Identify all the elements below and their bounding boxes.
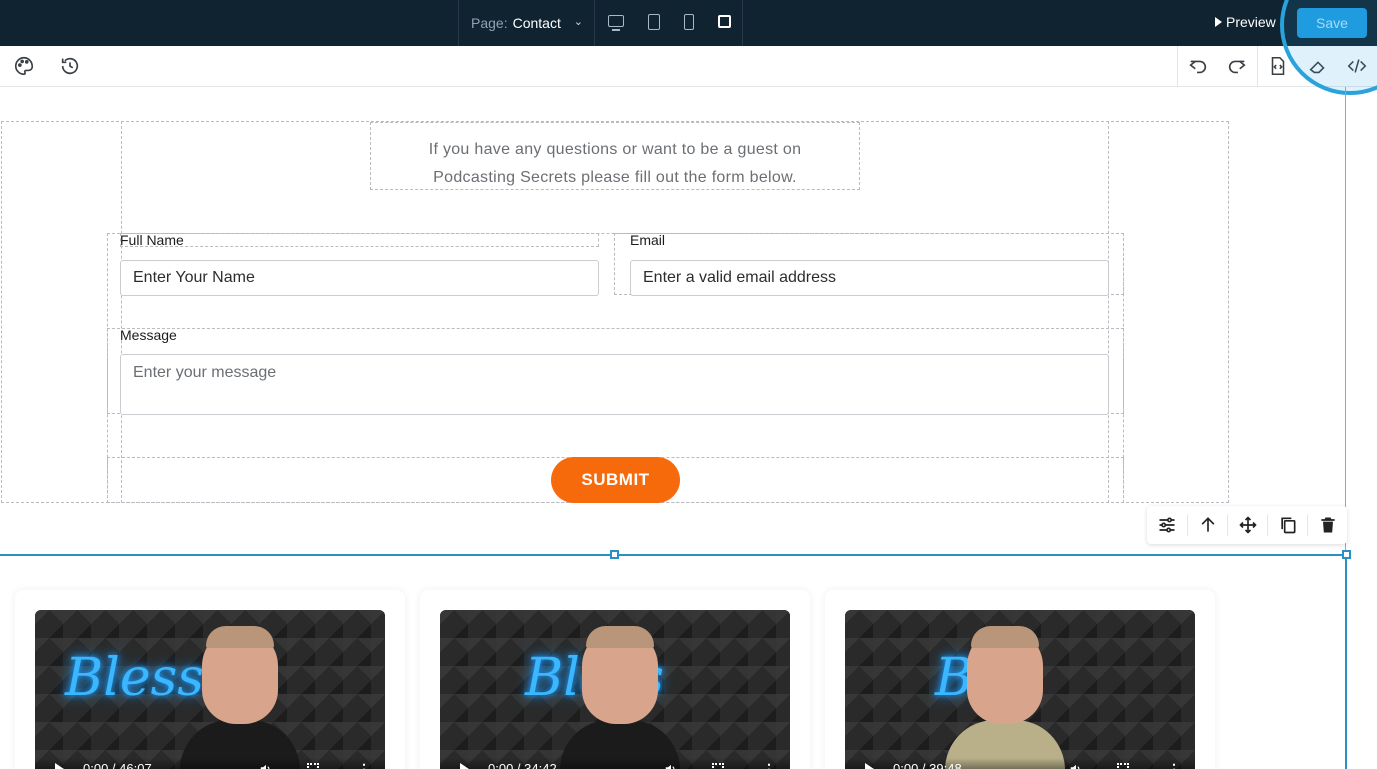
video-controls: 0:00 / 34:42 ⋮ — [440, 758, 790, 769]
more-options-icon[interactable]: ⋮ — [357, 761, 371, 769]
redo-icon[interactable] — [1226, 55, 1248, 77]
message-textarea[interactable] — [120, 354, 1109, 415]
save-button[interactable]: Save — [1297, 8, 1367, 38]
page-builder: { "topbar": { "page_label": "Page:", "pa… — [0, 0, 1377, 769]
submit-button[interactable]: SUBMIT — [551, 457, 680, 503]
video-controls: 0:00 / 46:07 ⋮ — [35, 758, 385, 769]
duplicate-icon[interactable] — [1278, 515, 1298, 535]
play-icon[interactable] — [865, 763, 874, 769]
square-icon[interactable] — [718, 15, 731, 28]
volume-icon[interactable] — [1069, 762, 1083, 769]
palette-icon[interactable] — [13, 55, 35, 77]
toolbar-divider — [1177, 46, 1178, 87]
element-toolbar — [1147, 506, 1347, 544]
desktop-icon[interactable] — [608, 15, 624, 31]
device-switcher — [596, 0, 743, 46]
top-bar: Page: Contact ⌄ Preview Save — [0, 0, 1377, 46]
play-icon[interactable] — [460, 763, 469, 769]
video-player[interactable]: Blessed 0:00 / 46:07 ⋮ — [35, 610, 385, 769]
resize-handle[interactable] — [1342, 550, 1351, 559]
history-icon[interactable] — [59, 55, 81, 77]
email-label: Email — [630, 232, 666, 248]
editor-toolbar — [0, 46, 1377, 87]
intro-text: If you have any questions or want to be … — [370, 122, 860, 190]
volume-icon[interactable] — [259, 762, 273, 769]
more-options-icon[interactable]: ⋮ — [1167, 761, 1181, 769]
play-icon — [1215, 17, 1222, 27]
preview-label: Preview — [1226, 14, 1276, 30]
undo-icon[interactable] — [1187, 55, 1209, 77]
video-person — [560, 626, 680, 769]
label-outline — [120, 233, 599, 247]
message-label: Message — [120, 327, 177, 343]
selection-border-right — [1345, 554, 1347, 769]
intro-line-1: If you have any questions or want to be … — [428, 141, 802, 158]
full-name-label: Full Name — [120, 232, 184, 248]
tablet-icon[interactable] — [648, 14, 660, 30]
video-time: 0:00 / 34:42 — [488, 761, 557, 769]
resize-handle[interactable] — [610, 550, 619, 559]
email-input[interactable] — [630, 260, 1109, 296]
video-person — [180, 626, 300, 769]
full-name-input[interactable] — [120, 260, 599, 296]
toolbar-divider — [1307, 514, 1308, 536]
fullscreen-icon[interactable] — [307, 763, 319, 769]
page-selector-value: Contact — [512, 15, 561, 31]
volume-icon[interactable] — [664, 762, 678, 769]
trash-icon[interactable] — [1318, 515, 1338, 535]
chevron-down-icon: ⌄ — [573, 16, 583, 28]
page-selector-label: Page: — [471, 15, 508, 31]
toolbar-divider — [1257, 46, 1258, 87]
intro-line-2: Podcasting Secrets please fill out the f… — [433, 169, 797, 186]
page-selector[interactable]: Page: Contact ⌄ — [458, 0, 595, 46]
video-time: 0:00 / 39:48 — [893, 761, 962, 769]
toolbar-divider — [1267, 514, 1268, 536]
fullscreen-icon[interactable] — [712, 763, 724, 769]
more-options-icon[interactable]: ⋮ — [762, 761, 776, 769]
play-icon[interactable] — [55, 763, 64, 769]
toolbar-divider — [1187, 514, 1188, 536]
video-player[interactable]: Bless 0:00 / 34:42 ⋮ — [440, 610, 790, 769]
settings-sliders-icon[interactable] — [1157, 515, 1177, 535]
selection-border-top — [0, 554, 1347, 556]
arrow-up-icon[interactable] — [1198, 515, 1218, 535]
mobile-icon[interactable] — [684, 14, 694, 30]
preview-button[interactable]: Preview — [1215, 14, 1276, 30]
fullscreen-icon[interactable] — [1117, 763, 1129, 769]
video-time: 0:00 / 46:07 — [83, 761, 152, 769]
code-icon[interactable] — [1346, 55, 1368, 77]
move-icon[interactable] — [1238, 515, 1258, 535]
toolbar-divider — [1227, 514, 1228, 536]
video-person — [945, 626, 1065, 769]
code-file-icon[interactable] — [1267, 55, 1289, 77]
video-player[interactable]: B 0:00 / 39:48 ⋮ — [845, 610, 1195, 769]
video-controls: 0:00 / 39:48 ⋮ — [845, 758, 1195, 769]
eraser-icon[interactable] — [1307, 55, 1329, 77]
